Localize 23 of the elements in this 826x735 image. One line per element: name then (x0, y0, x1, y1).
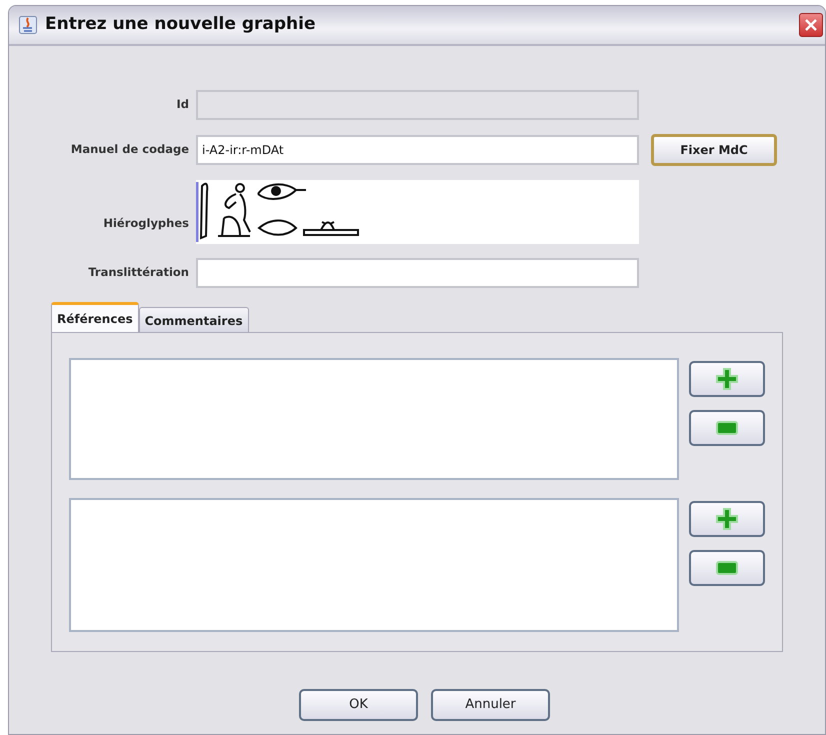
close-icon (804, 18, 818, 32)
add-button[interactable] (689, 501, 765, 537)
remove-icon (716, 421, 738, 435)
window-title: Entrez une nouvelle graphie (45, 13, 316, 36)
add-icon (716, 508, 738, 530)
remove-button[interactable] (689, 550, 765, 586)
add-icon (716, 368, 738, 390)
remove-button[interactable] (689, 410, 765, 446)
cancel-button[interactable]: Annuler (431, 689, 550, 721)
add-button[interactable] (689, 361, 765, 397)
text-field[interactable] (196, 258, 639, 288)
field-label: Id (175, 96, 190, 114)
field-label: Translittération (87, 264, 190, 282)
app-icon (19, 16, 37, 34)
field-label: Hiéroglyphes (102, 214, 190, 232)
tab[interactable]: Commentaires (138, 307, 249, 332)
field-label: Manuel de codage (70, 141, 190, 158)
remove-icon (716, 561, 738, 575)
set-code-button[interactable]: Fixer MdC (651, 134, 777, 166)
ok-button[interactable]: OK (299, 689, 418, 721)
text-field[interactable]: i-A2-ir:r-mDAt (196, 135, 639, 165)
tab[interactable]: Références (51, 302, 139, 332)
close-button[interactable] (799, 13, 823, 37)
